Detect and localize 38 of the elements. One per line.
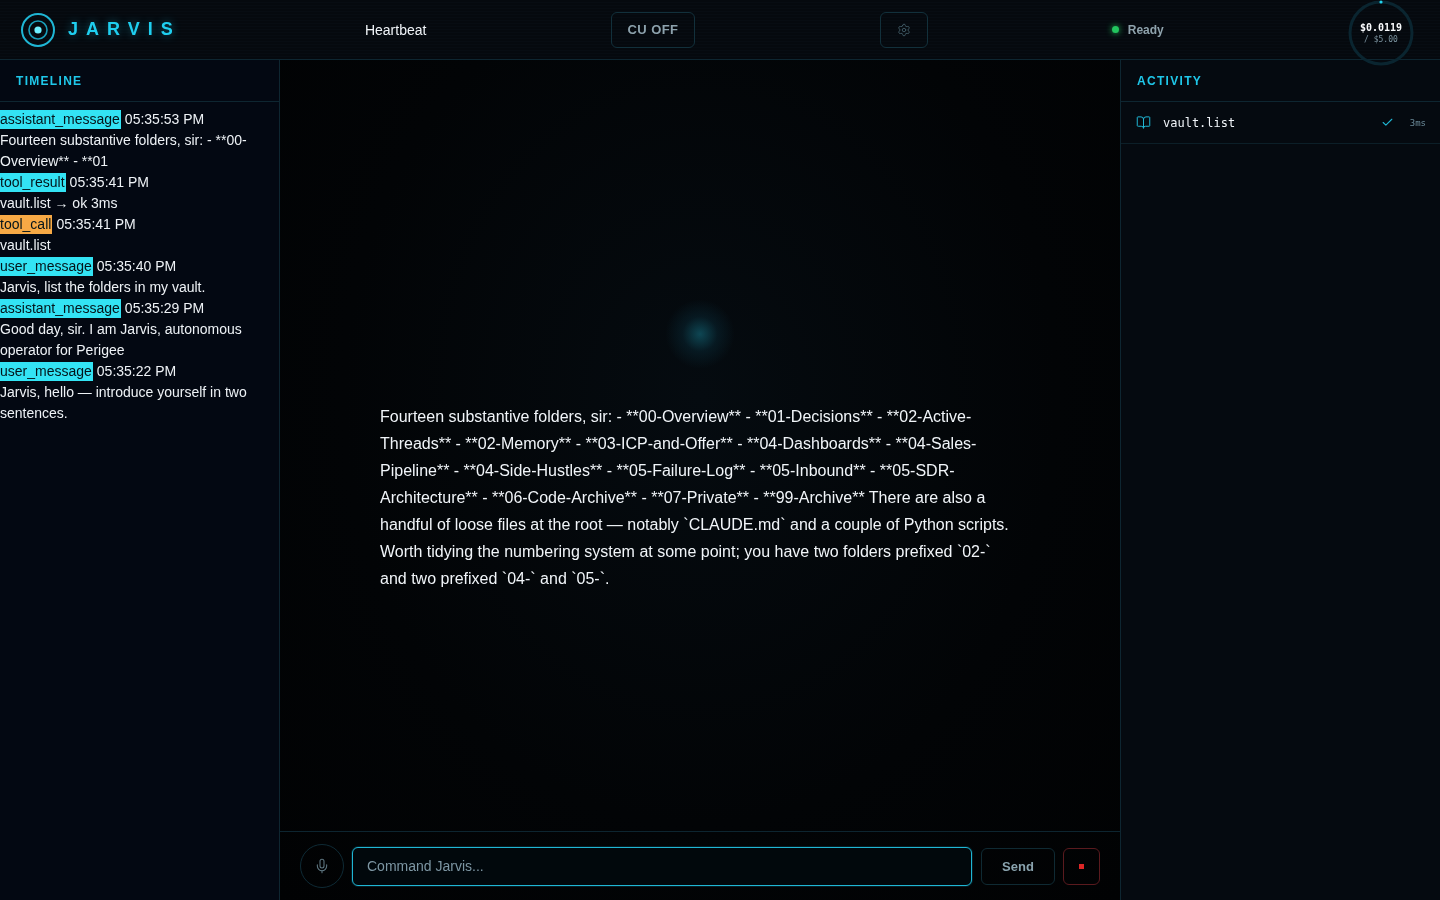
cu-toggle-button[interactable]: CU OFF: [610, 11, 696, 48]
event-time: 05:35:41 PM: [69, 173, 149, 192]
assistant-message: Fourteen substantive folders, sir: - **00-Overview** - **01-Decisions** - **02-Active-Threads** - **02-Memory** - **03-ICP-and-Offer** - **04-Dashboards** - **04-Sales-Pipeline** - **04-Side-Hustles** - **05-Failure-Log** - **05-Inbound** - **05-SDR-Architecture** - **06-Code-Archive** - **07-Private** - **99-Archive** There are also a handful of loose files at the root — notably `CLAUDE.md` and a couple of Python scripts. Worth tidying the numbering system at some point; you have two folders prefixed `02-` and two prefixed `04-` and `05-`.: [380, 407, 1010, 589]
event-text: Jarvis, hello — introduce yourself in two sentences.: [0, 383, 248, 423]
header-title: Heartbeat: [364, 21, 427, 38]
panel-title: TIMELINE: [16, 73, 83, 88]
event-time: 05:35:22 PM: [96, 362, 177, 381]
cost-budget: / $5.00: [1364, 33, 1398, 45]
event-time: 05:35:53 PM: [124, 110, 205, 129]
event-type-tag: assistant_message: [0, 299, 121, 318]
event-text: Jarvis, list the folders in my vault.: [0, 278, 207, 297]
event-type-tag: tool_result: [0, 173, 66, 192]
settings-button[interactable]: [879, 11, 928, 48]
event-time: 05:35:29 PM: [124, 299, 205, 318]
event-type-tag: assistant_message: [0, 110, 121, 129]
event-type-tag: user_message: [0, 257, 93, 276]
book-icon: [1136, 115, 1151, 130]
send-button[interactable]: Send: [981, 847, 1055, 885]
app-logo-text: JARVIS: [68, 19, 181, 40]
command-input-field[interactable]: Command Jarvis...: [352, 846, 972, 886]
panel-title: ACTIVITY: [1137, 73, 1203, 88]
microphone-icon: [314, 858, 330, 874]
settings-icon: [896, 22, 911, 37]
event-text: Good day, sir. I am Jarvis, autonomous operator for Perigee: [0, 320, 243, 360]
tool-duration: 3ms: [1409, 117, 1426, 128]
status-label: Ready: [1127, 22, 1164, 37]
event-time: 05:35:41 PM: [56, 215, 136, 234]
event-text: vault.list → ok 3ms: [0, 194, 119, 213]
event-type-tag: tool_call: [0, 215, 53, 234]
tool-name: vault.list: [1163, 115, 1237, 130]
event-type-tag: user_message: [0, 362, 93, 381]
stop-button[interactable]: [1063, 847, 1100, 885]
event-text: vault.list: [0, 236, 52, 255]
stop-icon: [1079, 863, 1084, 869]
logo-icon: [20, 11, 56, 48]
event-text: Fourteen substantive folders, sir: - **00-Overview** - **01: [0, 131, 248, 171]
event-time: 05:35:40 PM: [96, 257, 177, 276]
cost-spent: $0.0119: [1359, 20, 1403, 34]
